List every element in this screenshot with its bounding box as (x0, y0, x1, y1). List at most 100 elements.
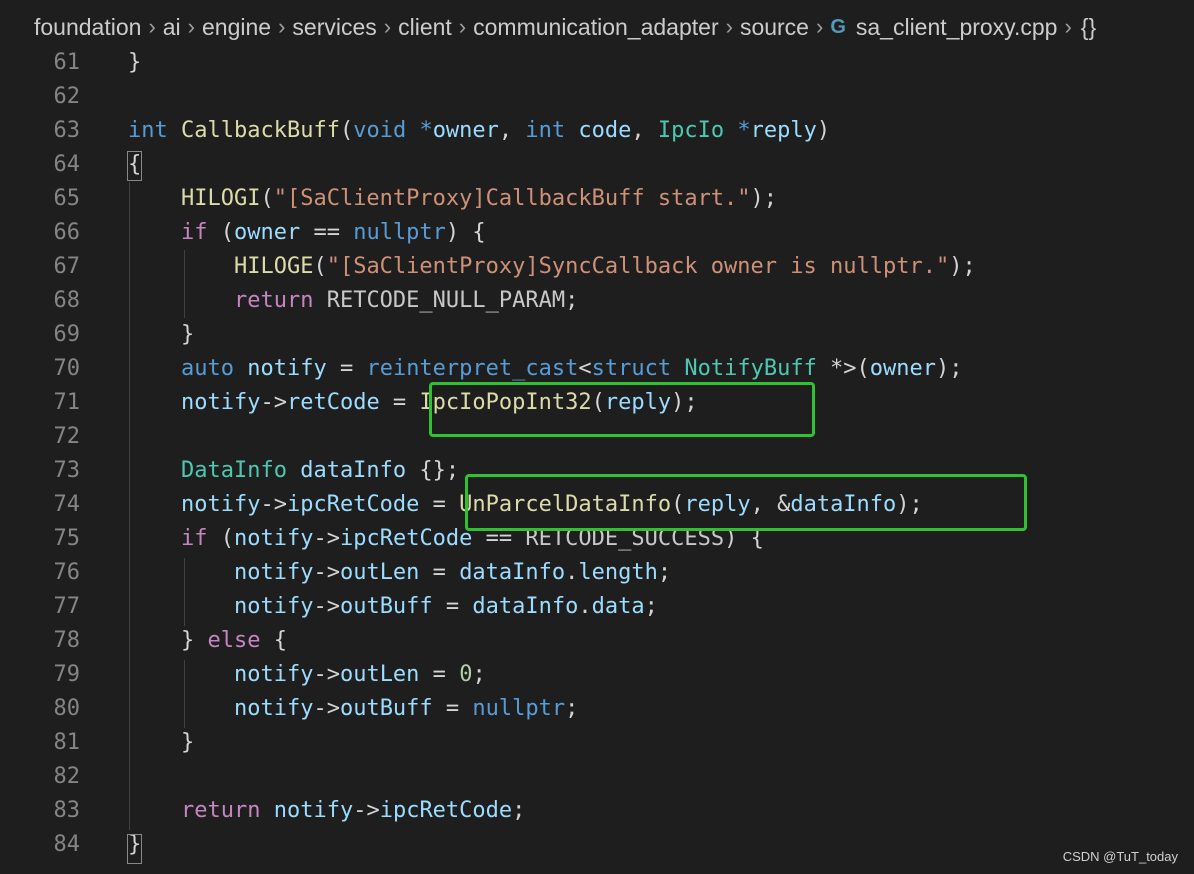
code-token: ; (472, 662, 486, 687)
line-number: 75 (53, 526, 81, 551)
code-token: . (578, 594, 592, 619)
code-token: ) (816, 118, 831, 143)
line-number: 64 (53, 152, 81, 177)
code-line[interactable]: 67 HILOGE("[SaClientProxy]SyncCallback o… (0, 250, 1194, 284)
line-number: 62 (53, 84, 81, 109)
code-text: return notify->ipcRetCode; (128, 794, 525, 828)
line-number: 67 (53, 254, 81, 279)
line-number: 66 (53, 220, 81, 245)
code-line[interactable]: 69 } (0, 318, 1194, 352)
code-token: notify (273, 798, 354, 823)
line-number: 73 (53, 458, 81, 483)
chevron-right-icon: › (148, 14, 156, 39)
code-token: dataInfo (300, 458, 407, 483)
code-token: NotifyBuff (684, 356, 817, 381)
code-token: * (737, 118, 751, 143)
cpp-file-icon: G (830, 15, 846, 38)
code-text: notify->outBuff = dataInfo.data; (128, 590, 658, 624)
code-line[interactable]: 79 notify->outLen = 0; (0, 658, 1194, 692)
breadcrumb-item-engine[interactable]: engine (202, 14, 271, 41)
code-token: else (207, 628, 261, 653)
code-token: struct (591, 356, 672, 381)
breadcrumb-item-services[interactable]: services (292, 14, 376, 41)
watermark: CSDN @TuT_today (1062, 849, 1178, 864)
code-token: nullptr (353, 220, 446, 245)
code-token: outLen (339, 662, 420, 687)
breadcrumb-item-client[interactable]: client (398, 14, 452, 41)
code-line[interactable]: 70 auto notify = reinterpret_cast<struct… (0, 352, 1194, 386)
code-token: -> (313, 696, 340, 721)
line-number: 77 (53, 594, 81, 619)
code-token: owner (869, 356, 937, 381)
line-number: 71 (53, 390, 81, 415)
code-line[interactable]: 81 } (0, 726, 1194, 760)
code-token: CallbackBuff (181, 118, 340, 143)
code-line[interactable]: 80 notify->outBuff = nullptr; (0, 692, 1194, 726)
code-token: = (432, 696, 473, 721)
breadcrumb-file[interactable]: sa_client_proxy.cpp (856, 14, 1058, 41)
code-token: notify (247, 356, 327, 381)
code-token: int (525, 118, 566, 143)
code-line[interactable]: 83 return notify->ipcRetCode; (0, 794, 1194, 828)
code-line[interactable]: 65 HILOGI("[SaClientProxy]CallbackBuff s… (0, 182, 1194, 216)
bracket-match-open (127, 151, 142, 181)
code-line[interactable]: 77 notify->outBuff = dataInfo.data; (0, 590, 1194, 624)
code-token: -> (313, 662, 340, 687)
breadcrumb-item-foundation[interactable]: foundation (34, 14, 141, 41)
code-text: notify->outLen = dataInfo.length; (128, 556, 671, 590)
code-token: auto (180, 356, 234, 381)
code-line[interactable]: 68 return RETCODE_NULL_PARAM; (0, 284, 1194, 318)
code-line[interactable]: 82 (0, 760, 1194, 794)
breadcrumb-item-source[interactable]: source (740, 14, 809, 41)
code-token: = (419, 662, 460, 687)
highlight-box-unparceldatainfo (465, 474, 1027, 531)
code-token: = (432, 594, 473, 619)
code-text: } (128, 318, 194, 352)
code-line[interactable]: 64{ (0, 148, 1194, 182)
code-token: ( (207, 220, 234, 245)
line-number: 69 (53, 322, 81, 347)
code-token: *>( (816, 356, 870, 381)
code-token: ( (260, 186, 274, 211)
code-token: * (419, 118, 433, 143)
code-token: ) { (445, 220, 486, 245)
code-token: ; (512, 798, 526, 823)
code-line[interactable]: 78 } else { (0, 624, 1194, 658)
code-token: ); (949, 254, 976, 279)
code-line[interactable]: 61} (0, 46, 1194, 80)
code-line[interactable]: 63 int CallbackBuff(void *owner, int code… (0, 114, 1194, 148)
indent-guide (184, 250, 185, 318)
breadcrumb-item-ai[interactable]: ai (163, 14, 181, 41)
breadcrumb-item-communication-adapter[interactable]: communication_adapter (473, 14, 718, 41)
code-line[interactable]: 62 (0, 80, 1194, 114)
code-token: } (128, 50, 142, 75)
code-text: HILOGI("[SaClientProxy]CallbackBuff star… (128, 182, 777, 216)
code-token: dataInfo (472, 594, 579, 619)
line-number: 79 (53, 662, 81, 687)
code-token: ipcRetCode (379, 798, 513, 823)
chevron-right-icon: › (383, 14, 392, 39)
code-line[interactable]: 84} (0, 828, 1194, 862)
code-line[interactable]: 76 notify->outLen = dataInfo.length; (0, 556, 1194, 590)
code-text: DataInfo dataInfo {}; (128, 454, 459, 488)
braces-icon[interactable]: {} (1081, 14, 1096, 41)
code-token: -> (260, 390, 287, 415)
code-token: } (128, 730, 195, 755)
code-token: ); (750, 186, 778, 211)
line-number: 68 (53, 288, 81, 313)
code-text: notify->outLen = 0; (128, 658, 486, 692)
code-line[interactable]: 66 if (owner == nullptr) { (0, 216, 1194, 250)
code-token: reinterpret_cast (366, 356, 579, 381)
code-token: retCode (286, 390, 380, 415)
code-token: -> (260, 492, 287, 517)
